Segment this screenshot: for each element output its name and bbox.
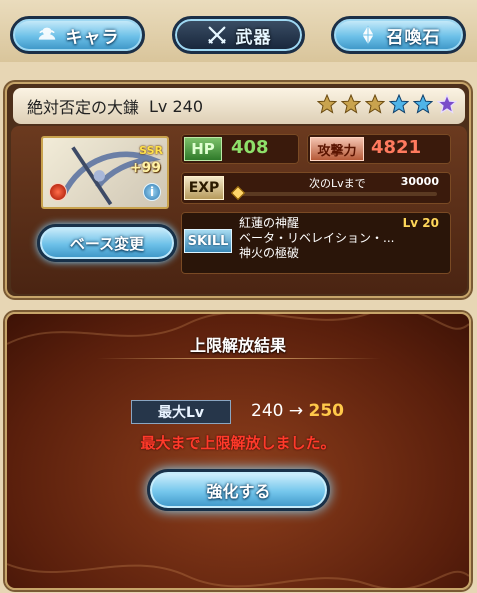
rarity-badge: SSR: [139, 144, 163, 157]
skill-info: SKILL 紅蓮の神醒 ベータ・リベレイション・... 神火の極破 Lv 20: [181, 212, 451, 274]
star-purple-icon: [436, 93, 458, 114]
weapon-title-bar: 絶対否定の大鎌 Lv 240: [13, 88, 465, 124]
tab-bar: キャラ 武器 召喚石: [0, 0, 477, 62]
skill-list: 紅蓮の神醒 ベータ・リベレイション・... 神火の極破: [239, 216, 394, 261]
star-blue-icon: [388, 93, 410, 114]
exp-next-value: 30000: [400, 175, 439, 188]
result-title: 上限解放結果: [189, 336, 286, 355]
star-gold-icon: [364, 93, 386, 114]
tab-summon-label: 召喚石: [386, 27, 441, 48]
atk-value: 4821: [371, 137, 422, 158]
fire-element-icon: [49, 183, 67, 201]
weapon-thumbnail[interactable]: SSR +99 i: [41, 136, 169, 209]
skill-level: Lv 20: [402, 216, 439, 230]
weapon-name: 絶対否定の大鎌: [27, 98, 140, 117]
tab-weapon[interactable]: 武器: [172, 16, 305, 54]
skill-label: SKILL: [184, 229, 232, 253]
exp-progress-bar: [237, 192, 437, 196]
base-change-button[interactable]: ベース変更: [37, 224, 177, 262]
tab-weapon-label: 武器: [235, 27, 272, 48]
rarity-stars: [316, 93, 458, 114]
exp-gem-icon: [230, 185, 246, 201]
tab-chara[interactable]: キャラ: [10, 16, 145, 54]
crossed-swords-icon: [206, 24, 228, 46]
max-lv-label: 最大Lv: [131, 400, 231, 424]
weapon-uncap-screen: キャラ 武器 召喚石 絶対否定の大鎌 Lv 240 SSR +99 i HP 4…: [0, 0, 477, 593]
exp-stat: EXP 次のLvまで 30000: [181, 172, 451, 204]
plus-value: +99: [129, 160, 161, 176]
level-change: 240 → 250: [251, 401, 344, 421]
exp-label: EXP: [184, 176, 224, 200]
star-blue-icon: [412, 93, 434, 114]
hp-value: 408: [231, 137, 269, 158]
skill-line: ベータ・リベレイション・...: [239, 231, 395, 245]
skill-line: 紅蓮の神醒: [239, 216, 300, 230]
from-level: 240: [251, 401, 284, 421]
result-message: 最大まで上限解放しました。: [140, 434, 336, 452]
hp-label: HP: [184, 137, 222, 161]
weapon-detail-panel: 絶対否定の大鎌 Lv 240 SSR +99 i HP 408 攻撃力 4821…: [5, 82, 471, 298]
chara-icon: [36, 24, 58, 46]
star-gold-icon: [316, 93, 338, 114]
info-icon[interactable]: i: [143, 183, 161, 201]
enhance-button[interactable]: 強化する: [147, 469, 330, 511]
exp-next-label: 次のLvまで: [309, 177, 366, 190]
skill-line: 神火の極破: [239, 246, 300, 260]
star-gold-icon: [340, 93, 362, 114]
to-level: 250: [308, 401, 345, 421]
hp-stat: HP 408: [181, 134, 299, 164]
tab-chara-label: キャラ: [65, 27, 120, 48]
uncap-result-panel: 上限解放結果 最大Lv 240 → 250 最大まで上限解放しました。 強化する: [5, 312, 471, 590]
atk-stat: 攻撃力 4821: [307, 134, 451, 164]
crystal-icon: [357, 24, 379, 46]
title-divider: [97, 358, 381, 359]
atk-label: 攻撃力: [310, 137, 364, 161]
weapon-level: Lv 240: [149, 96, 204, 116]
tab-summon[interactable]: 召喚石: [331, 16, 466, 54]
arrow-right-icon: →: [288, 401, 304, 421]
